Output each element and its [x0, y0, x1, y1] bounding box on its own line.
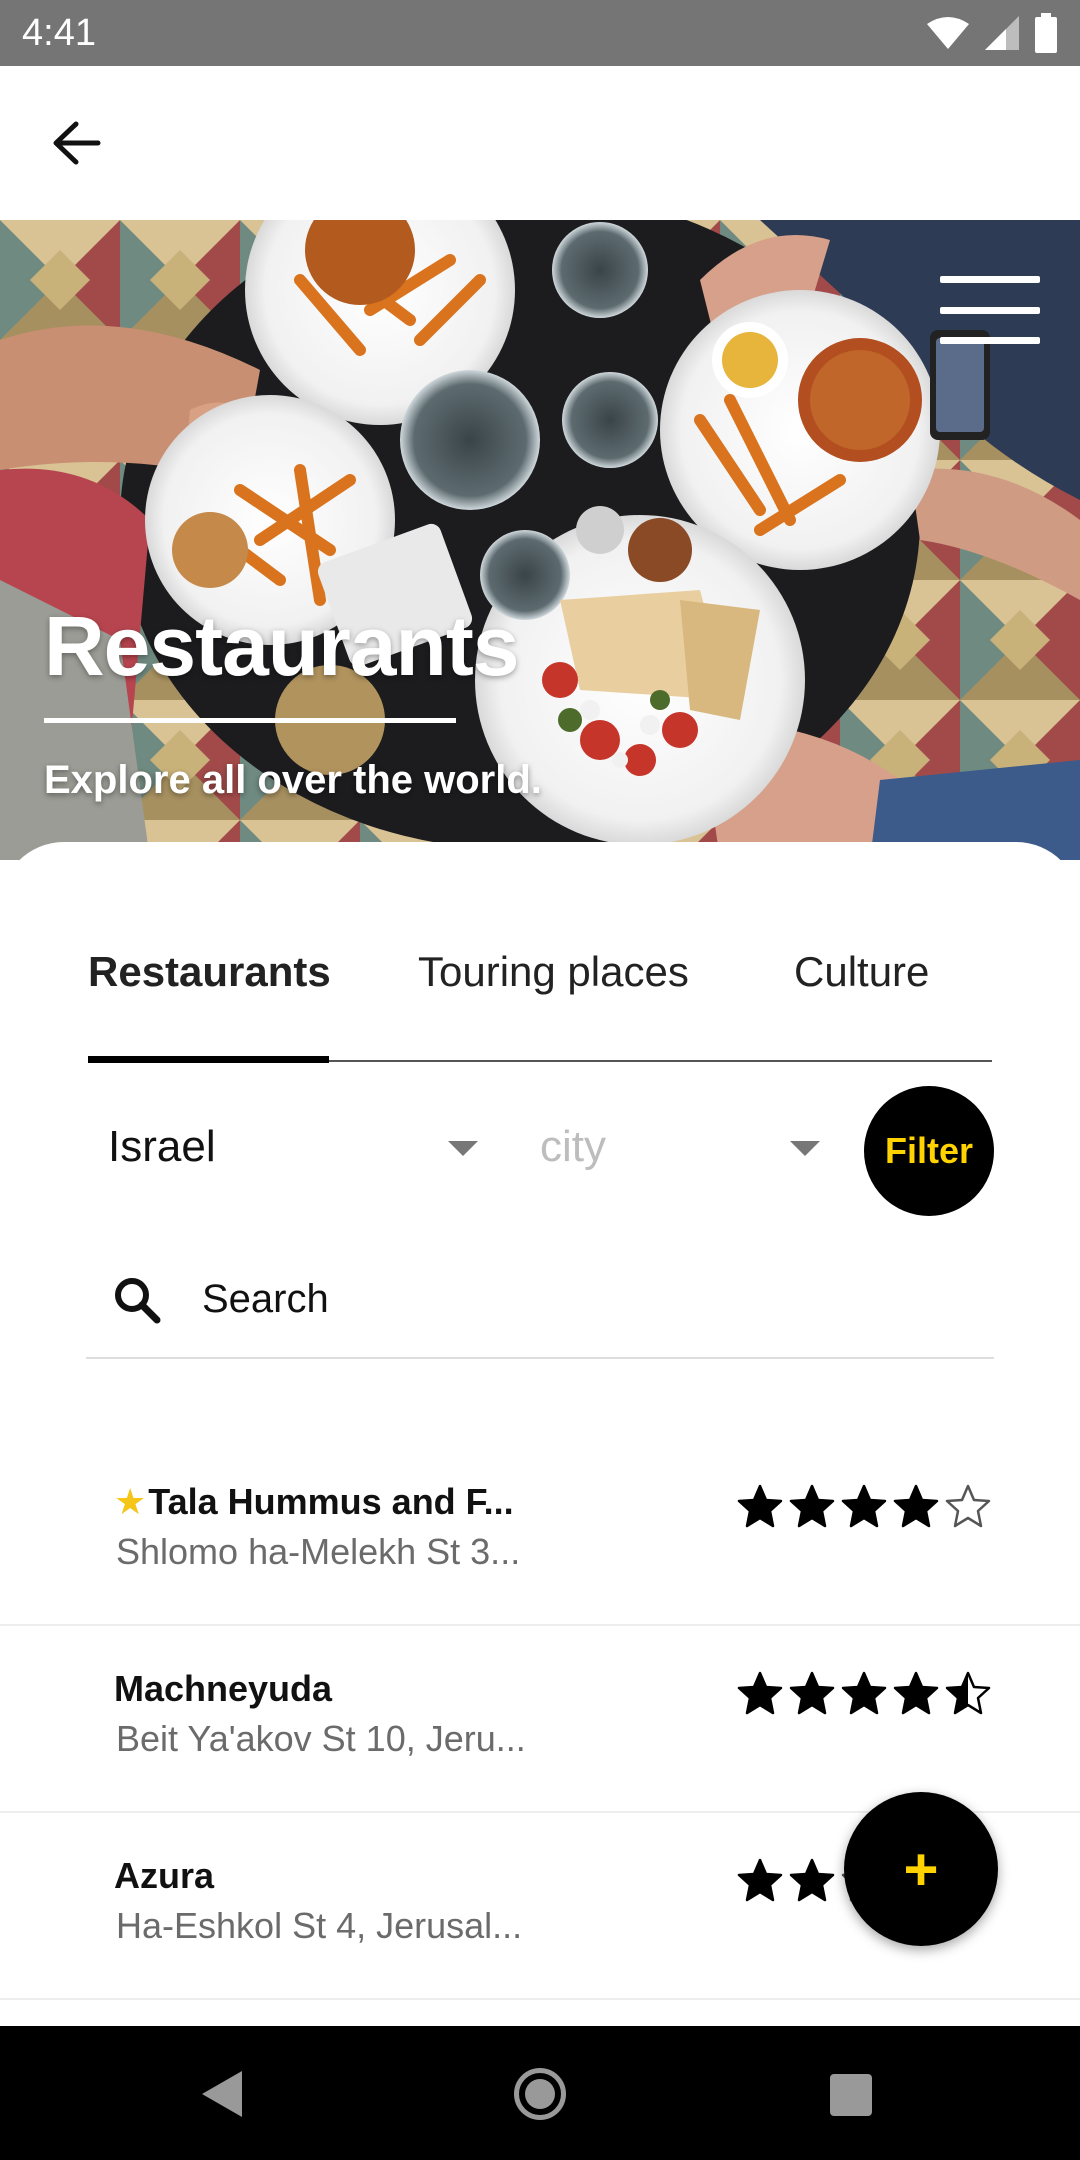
restaurant-name: ★Tala Hummus and F... — [114, 1481, 514, 1523]
filter-button[interactable]: Filter — [864, 1086, 994, 1216]
star-filled-icon — [737, 1484, 783, 1528]
star-half-icon — [945, 1671, 991, 1715]
restaurant-address: Shlomo ha-Melekh St 3... — [116, 1531, 521, 1572]
search-icon — [115, 1278, 161, 1324]
favorite-star-icon: ★ — [114, 1481, 147, 1522]
star-filled-icon — [737, 1671, 783, 1715]
tab-touring-places[interactable]: Touring places — [418, 932, 689, 1062]
star-filled-icon — [893, 1671, 939, 1715]
arrow-left-icon — [53, 121, 101, 165]
chevron-down-icon — [448, 1141, 478, 1156]
category-tabs: Restaurants Touring places Culture — [88, 932, 992, 1063]
hero-banner: Restaurants Explore all over the world. — [0, 220, 1080, 860]
restaurant-name-text: Tala Hummus and F... — [148, 1481, 514, 1522]
menu-icon[interactable] — [940, 270, 1040, 350]
back-button[interactable] — [40, 106, 114, 180]
star-filled-icon — [789, 1858, 835, 1902]
tab-indicator — [88, 1056, 329, 1063]
star-filled-icon — [737, 1858, 783, 1902]
battery-icon — [1035, 13, 1057, 53]
status-icons — [926, 12, 1058, 54]
country-dropdown[interactable]: Israel — [108, 1107, 478, 1187]
star-filled-icon — [789, 1484, 835, 1528]
tab-restaurants[interactable]: Restaurants — [88, 932, 331, 1062]
app-bar — [0, 66, 1080, 220]
star-filled-icon — [841, 1671, 887, 1715]
country-value: Israel — [108, 1122, 216, 1171]
star-filled-icon — [893, 1484, 939, 1528]
list-item[interactable]: ★Tala Hummus and F... Shlomo ha-Melekh S… — [0, 1439, 1080, 1626]
cellular-signal-icon — [985, 16, 1019, 50]
system-nav-bar — [0, 2026, 1080, 2160]
star-empty-icon — [945, 1484, 991, 1528]
city-placeholder: city — [540, 1122, 606, 1171]
search-input[interactable]: Search — [202, 1275, 329, 1323]
rating-stars-svg — [737, 1484, 991, 1528]
star-filled-icon — [841, 1484, 887, 1528]
city-dropdown[interactable]: city — [540, 1107, 820, 1187]
star-filled-icon — [789, 1671, 835, 1715]
status-time: 4:41 — [22, 12, 96, 54]
tab-culture[interactable]: Culture — [794, 932, 929, 1062]
add-button[interactable]: + — [844, 1792, 998, 1946]
wifi-icon — [927, 17, 969, 49]
nav-home-icon[interactable] — [514, 2068, 566, 2120]
rating-stars — [736, 1479, 998, 1535]
chevron-down-icon — [790, 1141, 820, 1156]
list-item[interactable]: Machneyuda Beit Ya'akov St 10, Jeru... — [0, 1626, 1080, 1813]
restaurant-name: Machneyuda — [114, 1668, 333, 1709]
search-field[interactable]: Search — [86, 1237, 994, 1359]
hero-title: Restaurants — [44, 599, 520, 693]
status-bar: 4:41 — [0, 0, 1080, 66]
hero-subtitle: Explore all over the world. — [44, 758, 542, 802]
restaurant-address: Ha-Eshkol St 4, Jerusal... — [116, 1905, 523, 1946]
nav-back-icon[interactable] — [200, 2069, 244, 2119]
restaurant-address: Beit Ya'akov St 10, Jeru... — [116, 1718, 526, 1759]
nav-recents-icon[interactable] — [830, 2074, 872, 2116]
rating-stars — [736, 1666, 998, 1722]
rating-stars-svg — [737, 1671, 991, 1715]
restaurant-name: Azura — [114, 1855, 215, 1896]
hero-title-underline — [44, 718, 456, 723]
